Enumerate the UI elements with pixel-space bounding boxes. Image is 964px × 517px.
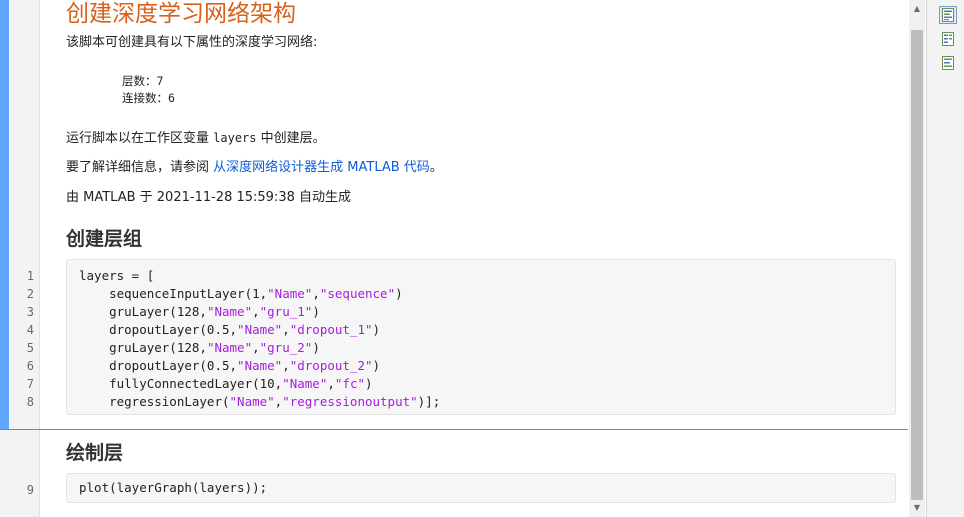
code-line[interactable]: gruLayer(128,"Name","gru_2")	[79, 339, 320, 357]
run-variable: layers	[213, 131, 257, 145]
scrollbar-thumb[interactable]	[911, 30, 923, 500]
view-mode-panel	[926, 0, 964, 517]
more-suffix: 。	[429, 160, 443, 175]
line-number: 3	[26, 305, 34, 319]
code-line[interactable]: fullyConnectedLayer(10,"Name","fc")	[79, 375, 372, 393]
code-line[interactable]: layers = [	[79, 267, 154, 285]
line-number: 9	[26, 483, 34, 497]
code-line[interactable]: gruLayer(128,"Name","gru_1")	[79, 303, 320, 321]
code-line[interactable]: dropoutLayer(0.5,"Name","dropout_2")	[79, 357, 380, 375]
more-info[interactable]: 要了解详细信息，请参阅 从深度网络设计器生成 MATLAB 代码。	[66, 159, 443, 177]
section-break-line	[0, 429, 908, 430]
run-instruction[interactable]: 运行脚本以在工作区变量 layers 中创建层。	[66, 129, 326, 148]
property-connections[interactable]: 连接数：6	[122, 90, 175, 107]
code-only-icon[interactable]	[939, 54, 957, 72]
code-block-plot[interactable]: plot(layerGraph(layers));	[66, 473, 896, 503]
generated-info[interactable]: 由 MATLAB 于 2021-11-28 15:59:38 自动生成	[66, 189, 351, 207]
more-prefix: 要了解详细信息，请参阅	[66, 160, 214, 175]
line-number: 5	[26, 341, 34, 355]
property-layers[interactable]: 层数：7	[122, 73, 163, 90]
code-line[interactable]: dropoutLayer(0.5,"Name","dropout_1")	[79, 321, 380, 339]
doc-link[interactable]: 从深度网络设计器生成 MATLAB 代码	[213, 160, 430, 175]
page-title[interactable]: 创建深度学习网络架构	[66, 0, 296, 28]
run-suffix: 中创建层。	[256, 131, 326, 146]
line-number: 1	[26, 269, 34, 283]
line-number: 8	[26, 395, 34, 409]
code-block-layers[interactable]: layers = [ sequenceInputLayer(1,"Name","…	[66, 259, 896, 415]
line-number: 6	[26, 359, 34, 373]
output-right-icon[interactable]	[939, 30, 957, 48]
line-number: 7	[26, 377, 34, 391]
active-section-indicator	[0, 0, 9, 430]
vertical-scrollbar[interactable]: ▲ ▼	[909, 0, 925, 517]
code-line[interactable]: sequenceInputLayer(1,"Name","sequence")	[79, 285, 403, 303]
line-number: 4	[26, 323, 34, 337]
scroll-up-icon[interactable]: ▲	[909, 0, 925, 18]
intro-text[interactable]: 该脚本可创建具有以下属性的深度学习网络:	[66, 34, 317, 52]
run-prefix: 运行脚本以在工作区变量	[66, 131, 214, 146]
code-line[interactable]: regressionLayer("Name","regressionoutput…	[79, 393, 440, 411]
section-heading-create-layers[interactable]: 创建层组	[66, 227, 142, 251]
code-line[interactable]: plot(layerGraph(layers));	[79, 479, 267, 497]
gutter-divider	[39, 0, 40, 517]
section-heading-plot-layers[interactable]: 绘制层	[66, 441, 123, 465]
scroll-down-icon[interactable]: ▼	[909, 499, 925, 517]
output-inline-icon[interactable]	[939, 6, 957, 24]
line-number: 2	[26, 287, 34, 301]
